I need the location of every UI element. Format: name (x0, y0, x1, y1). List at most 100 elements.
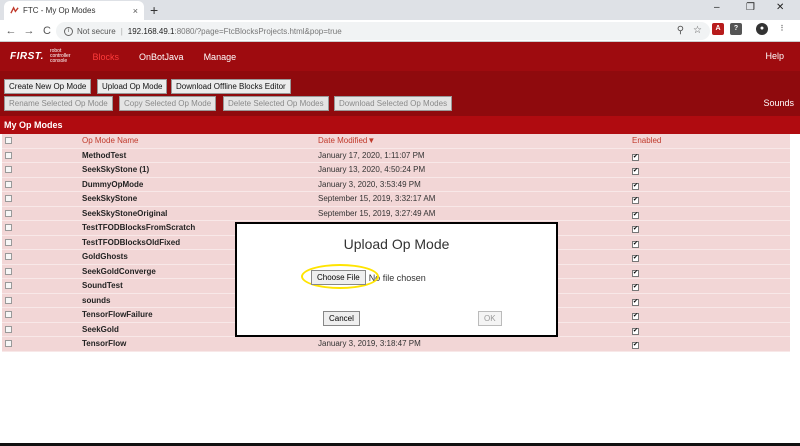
enabled-checkbox[interactable]: ✔ (632, 226, 639, 233)
enabled-checkbox[interactable]: ✔ (632, 284, 639, 291)
sounds-link[interactable]: Sounds (763, 98, 794, 108)
select-all-checkbox[interactable] (5, 137, 12, 144)
enabled-checkbox[interactable]: ✔ (632, 168, 639, 175)
row-checkbox[interactable] (5, 296, 12, 304)
copy-opmode-button[interactable]: Copy Selected Op Mode (119, 96, 217, 111)
maximize-icon[interactable]: ❐ (746, 2, 755, 13)
url-host: 192.168.49.1 (127, 26, 175, 36)
browser-tab[interactable]: FTC - My Op Modes × (4, 1, 144, 20)
row-checkbox[interactable] (5, 282, 12, 289)
opmode-name[interactable]: SeekGold (82, 323, 119, 337)
table-row[interactable]: TensorFlow January 3, 2019, 3:18:47 PM ✔ (2, 337, 790, 352)
header-enabled: Enabled (632, 136, 662, 145)
browser-menu-icon[interactable]: ⋮ (776, 23, 788, 35)
section-title: My Op Modes (0, 116, 800, 134)
header-date[interactable]: Date Modified▼ (318, 134, 375, 148)
new-tab-button[interactable]: + (150, 1, 158, 19)
minimize-icon[interactable]: – (714, 2, 720, 13)
enabled-checkbox[interactable]: ✔ (632, 269, 639, 277)
opmode-name[interactable]: SeekSkyStone (82, 192, 137, 206)
address-bar[interactable]: i Not secure | 192.168.49.1 :8080/?page=… (56, 22, 710, 40)
enabled-checkbox[interactable]: ✔ (632, 182, 639, 190)
address-separator: | (120, 26, 123, 36)
extension-icon[interactable]: ? (730, 23, 742, 35)
first-logo: FIRST. robot controller console (10, 49, 71, 64)
enabled-checkbox[interactable]: ✔ (632, 342, 639, 349)
bookmark-star-icon[interactable]: ☆ (693, 22, 702, 40)
row-checkbox[interactable] (5, 238, 12, 246)
upload-opmode-button[interactable]: Upload Op Mode (97, 79, 168, 94)
opmode-date: January 17, 2020, 1:11:07 PM (318, 150, 425, 160)
row-checkbox[interactable] (5, 166, 12, 173)
cancel-button[interactable]: Cancel (323, 311, 360, 326)
enabled-checkbox[interactable]: ✔ (632, 327, 639, 335)
opmode-name[interactable]: GoldGhosts (82, 250, 128, 264)
opmode-date: January 3, 2020, 3:53:49 PM (318, 179, 421, 189)
opmode-date: January 13, 2020, 4:50:24 PM (318, 165, 426, 174)
row-checkbox[interactable] (5, 325, 12, 333)
enabled-checkbox[interactable]: ✔ (632, 313, 639, 320)
opmode-name[interactable]: TestTFODBlocksOldFixed (82, 236, 180, 250)
ftc-favicon-icon (10, 6, 19, 14)
reload-icon[interactable]: C (40, 25, 54, 37)
opmode-name[interactable]: SeekGoldConverge (82, 265, 156, 279)
not-secure-label: Not secure (77, 26, 116, 36)
download-offline-editor-button[interactable]: Download Offline Blocks Editor (171, 79, 291, 94)
enabled-checkbox[interactable]: ✔ (632, 197, 639, 204)
rename-opmode-button[interactable]: Rename Selected Op Mode (4, 96, 113, 111)
create-opmode-button[interactable]: Create New Op Mode (4, 79, 92, 94)
opmode-name[interactable]: TestTFODBlocksFromScratch (82, 221, 195, 235)
choose-file-button[interactable]: Choose File (311, 270, 366, 285)
enabled-checkbox[interactable]: ✔ (632, 240, 639, 248)
nav-manage[interactable]: Manage (204, 52, 237, 62)
nav-onbotjava[interactable]: OnBotJava (139, 52, 184, 62)
row-checkbox[interactable] (5, 209, 12, 217)
ok-button[interactable]: OK (478, 311, 502, 326)
table-row[interactable]: SeekSkyStone (1) January 13, 2020, 4:50:2… (2, 163, 790, 178)
opmode-name[interactable]: sounds (82, 294, 110, 308)
opmode-name[interactable]: MethodTest (82, 149, 126, 163)
row-checkbox[interactable] (5, 267, 12, 275)
row-checkbox[interactable] (5, 253, 12, 260)
enabled-checkbox[interactable]: ✔ (632, 211, 639, 219)
row-checkbox[interactable] (5, 180, 12, 188)
row-checkbox[interactable] (5, 340, 12, 347)
nav-blocks[interactable]: Blocks (93, 52, 120, 62)
opmode-name[interactable]: SeekSkyStoneOriginal (82, 207, 167, 221)
opmode-name[interactable]: SeekSkyStone (1) (82, 163, 149, 177)
enabled-checkbox[interactable]: ✔ (632, 255, 639, 262)
browser-toolbar: ← → C i Not secure | 192.168.49.1 :8080/… (0, 20, 800, 42)
zoom-icon[interactable]: ⚲ (677, 22, 684, 40)
header-name[interactable]: Op Mode Name (82, 134, 138, 148)
tab-close-icon[interactable]: × (133, 6, 138, 16)
logo-subtitle: robot controller console (49, 48, 71, 64)
dialog-title: Upload Op Mode (343, 236, 450, 252)
download-selected-button[interactable]: Download Selected Op Modes (334, 96, 453, 111)
table-row[interactable]: SeekSkyStoneOriginal September 15, 2019, … (2, 206, 790, 221)
delete-opmodes-button[interactable]: Delete Selected Op Modes (223, 96, 329, 111)
window-close-icon[interactable]: ✕ (776, 2, 784, 13)
table-row[interactable]: SeekSkyStone September 15, 2019, 3:32:17 … (2, 192, 790, 207)
opmode-name[interactable]: SoundTest (82, 279, 123, 293)
row-checkbox[interactable] (5, 224, 12, 231)
forward-icon[interactable]: → (22, 25, 36, 37)
opmode-name[interactable]: DummyOpMode (82, 178, 143, 192)
row-checkbox[interactable] (5, 151, 12, 159)
opmode-name[interactable]: TensorFlow (82, 337, 126, 351)
opmode-name[interactable]: TensorFlowFailure (82, 308, 153, 322)
nav-help[interactable]: Help (765, 51, 784, 61)
url-path: :8080/?page=FtcBlocksProjects.html&pop=t… (174, 26, 342, 36)
omnibox-actions: ⚲ ☆ (677, 22, 702, 40)
enabled-checkbox[interactable]: ✔ (632, 298, 639, 306)
enabled-checkbox[interactable]: ✔ (632, 153, 639, 161)
opmode-toolbar: Create New Op Mode Upload Op Mode Downlo… (0, 71, 800, 116)
app-navbar: FIRST. robot controller console Blocks O… (0, 42, 800, 71)
profile-avatar-icon[interactable]: ● (756, 23, 768, 35)
table-row[interactable]: DummyOpMode January 3, 2020, 3:53:49 PM ✔ (2, 177, 790, 192)
table-row[interactable]: MethodTest January 17, 2020, 1:11:07 PM ✔ (2, 148, 790, 163)
info-icon[interactable]: i (64, 26, 73, 36)
row-checkbox[interactable] (5, 311, 12, 318)
back-icon[interactable]: ← (4, 25, 18, 37)
row-checkbox[interactable] (5, 195, 12, 202)
pdf-extension-icon[interactable]: A (712, 23, 724, 35)
